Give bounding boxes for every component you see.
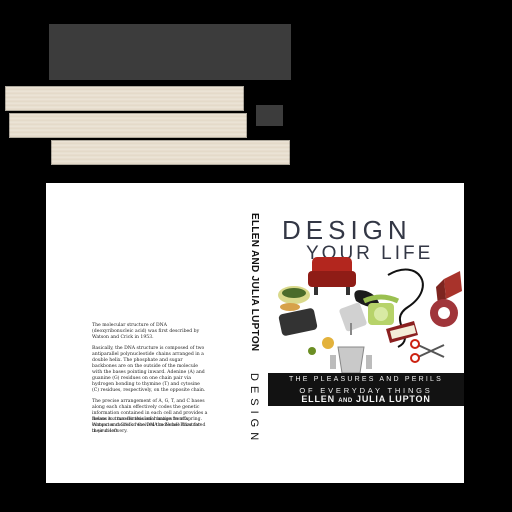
red-armchair-icon (308, 257, 356, 295)
scissors-icon (410, 339, 445, 363)
book-page-edges (51, 140, 290, 165)
small-dark-block (256, 105, 283, 126)
cover-illustration (278, 257, 462, 374)
author-first: ELLEN (301, 394, 335, 404)
front-author: ELLEN AND JULIA LUPTON (268, 394, 464, 404)
front-cover: DESIGN YOUR LIFE THE PLEASURES AND PERIL… (268, 183, 464, 483)
book-jacket: The molecular structure of DNA (deoxyrib… (46, 183, 464, 483)
book-page-edges (9, 113, 247, 138)
book-page-edges (5, 86, 244, 111)
front-title: DESIGN (282, 215, 412, 245)
toaster-icon (278, 303, 318, 336)
author-and: AND (338, 398, 353, 404)
back-cover-footer: Below is a two-dimensional image from a … (92, 417, 206, 434)
back-paragraph: Basically, the DNA structure is composed… (92, 346, 206, 393)
telephone-icon (362, 294, 400, 325)
back-cover: The molecular structure of DNA (deoxyrib… (46, 183, 242, 483)
author-last: JULIA LUPTON (356, 394, 431, 404)
food-icon (430, 299, 458, 327)
book-spine: ELLEN AND JULIA LUPTON DESIGN (242, 183, 268, 483)
dark-placeholder-block (49, 24, 291, 80)
tagline-line-1: THE PLEASURES AND PERILS (289, 376, 443, 383)
mixer-icon (339, 302, 367, 335)
back-paragraph: The molecular structure of DNA (deoxyrib… (92, 323, 200, 340)
bowl-icon (278, 286, 310, 304)
spine-title: DESIGN (248, 372, 260, 445)
blender-icon (330, 346, 372, 374)
spine-author: ELLEN AND JULIA LUPTON (249, 213, 260, 352)
